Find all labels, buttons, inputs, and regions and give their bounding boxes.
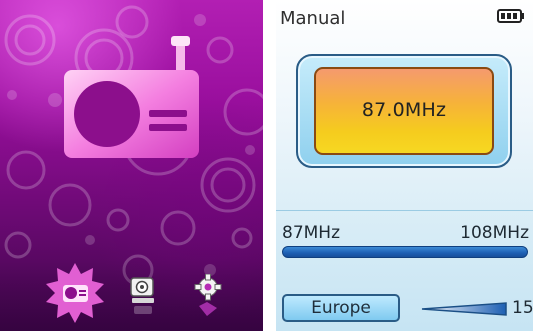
tuning-mode-label: Manual: [280, 8, 346, 29]
panel-divider: [263, 0, 276, 331]
frequency-value: 87.0MHz: [361, 99, 447, 121]
frequency-display: 87.0MHz: [314, 67, 494, 155]
region-button[interactable]: Europe: [282, 294, 400, 322]
radio-icon: [64, 36, 199, 158]
separator: [276, 210, 533, 211]
band-max-label: 108MHz: [460, 223, 529, 243]
menu-settings-icon[interactable]: [193, 274, 225, 318]
band-min-label: 87MHz: [282, 223, 341, 243]
volume-value: 15: [512, 298, 533, 318]
radio-menu-panel: [0, 0, 263, 331]
fm-radio-screen: Manual 87.0MHz 87MHz 108MHz Europe 15: [276, 0, 533, 331]
menu-camera-icon[interactable]: [128, 276, 158, 316]
battery-full-icon: [497, 9, 524, 23]
tuning-bar[interactable]: [282, 246, 528, 258]
frequency-display-frame: 87.0MHz: [296, 54, 512, 168]
menu-radio-icon[interactable]: [44, 262, 106, 324]
volume-slider[interactable]: [420, 301, 510, 317]
